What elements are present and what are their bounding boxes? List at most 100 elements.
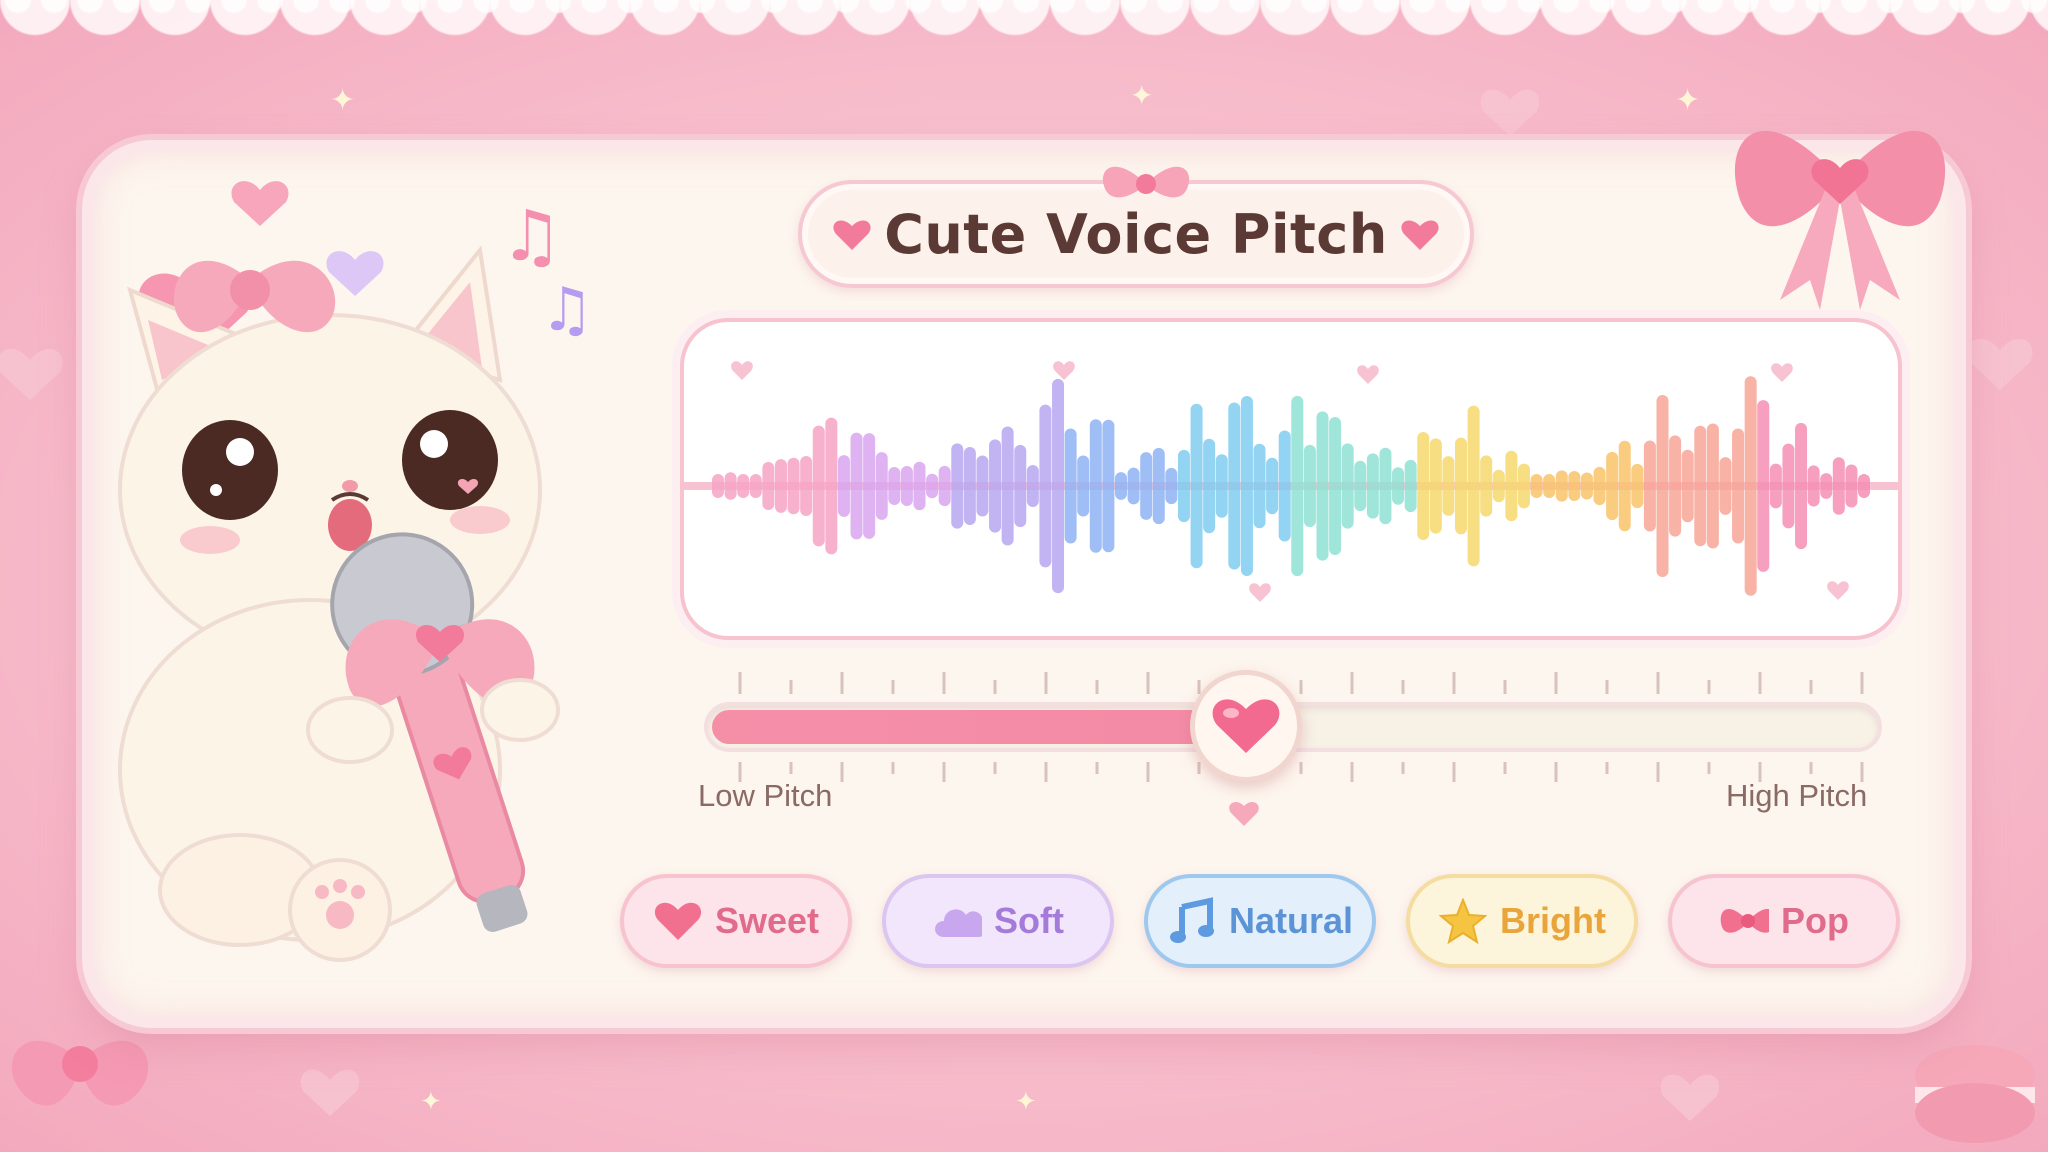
waveform-bar [1026, 464, 1039, 508]
waveform-bar [1329, 417, 1342, 555]
waveform-bar [1807, 465, 1820, 507]
waveform-bar [1694, 425, 1707, 547]
waveform-bar [1404, 459, 1417, 513]
pitch-slider-thumb[interactable] [1190, 670, 1302, 782]
waveform-bar [989, 439, 1002, 533]
waveform-bar [1253, 443, 1266, 529]
waveform-bar [1001, 426, 1014, 546]
waveform-bar [1820, 473, 1833, 499]
waveform-bar [1517, 463, 1530, 509]
waveform-bar [913, 461, 926, 511]
waveform-bar [976, 455, 989, 517]
waveform-display [680, 318, 1902, 640]
waveform-bar [863, 433, 876, 539]
preset-label: Pop [1781, 900, 1849, 941]
waveform-bar [1492, 469, 1505, 503]
waveform-bar [1114, 472, 1127, 500]
waveform-bar [1316, 411, 1329, 561]
waveform-bar [800, 456, 813, 516]
heart-icon [1967, 338, 2033, 390]
music-note-icon: ♫ [540, 275, 594, 345]
waveform-bar [1845, 464, 1858, 508]
waveform-bar [762, 461, 775, 511]
waveform-bar [1832, 457, 1845, 515]
preset-pop-button[interactable]: Pop [1668, 874, 1900, 968]
waveform-bar [1744, 376, 1757, 596]
heart-icon [0, 348, 63, 400]
app-scene: ✦ ✦ ✦ ✦ ✦ Cute Voice Pitch ♫ ♫ Low Pitch… [0, 0, 2048, 1152]
waveform-bar [1354, 460, 1367, 512]
heart-icon [653, 896, 703, 946]
waveform-bar [1530, 474, 1543, 498]
macaron-icon [1915, 1045, 2035, 1143]
waveform-bar [1102, 419, 1115, 553]
preset-buttons: Sweet Soft Natural Bright Pop [620, 874, 1904, 970]
waveform-bar [1039, 404, 1052, 568]
waveform-bar [1442, 456, 1455, 516]
waveform-bar [1266, 457, 1279, 515]
waveform-bar [837, 455, 850, 517]
waveform-bar [774, 459, 787, 513]
waveform-bar [1505, 450, 1518, 522]
preset-soft-button[interactable]: Soft [882, 874, 1114, 968]
waveform-bar [938, 465, 951, 507]
waveform-bar [1278, 430, 1291, 542]
waveform-bar [1480, 455, 1493, 517]
waveform-bar [1152, 447, 1165, 525]
preset-bright-button[interactable]: Bright [1406, 874, 1638, 968]
bow-icon [1719, 896, 1769, 946]
waveform-bar [1165, 467, 1178, 505]
kitten-singer-illustration: ♫ ♫ [118, 181, 594, 962]
low-pitch-label: Low Pitch [698, 778, 833, 813]
waveform-bar [825, 417, 838, 555]
heart-icon [1660, 1074, 1720, 1121]
heart-icon [731, 361, 753, 380]
waveform-bar [787, 457, 800, 515]
sparkle-icon: ✦ [1675, 83, 1700, 118]
waveform-bar [1052, 378, 1065, 594]
waveform-bar [1681, 449, 1694, 523]
star-icon [1438, 896, 1488, 946]
heart-icon [231, 181, 289, 226]
waveform-bar [1215, 454, 1228, 518]
preset-label: Bright [1500, 900, 1606, 941]
preset-natural-button[interactable]: Natural [1144, 874, 1376, 968]
preset-sweet-button[interactable]: Sweet [620, 874, 852, 968]
cloud-icon [932, 896, 982, 946]
waveform-bar [926, 473, 939, 499]
waveform-bar [1379, 447, 1392, 525]
waveform-bar [712, 474, 724, 498]
waveform-bar [1643, 440, 1656, 532]
waveform-bar [963, 447, 976, 525]
waveform-bar [749, 474, 762, 498]
preset-label: Soft [994, 900, 1064, 941]
waveform-bar [737, 474, 750, 498]
waveform-bar [1669, 435, 1682, 537]
heart-icon [1212, 699, 1280, 753]
waveform-bar [1618, 440, 1631, 532]
waveform-bar [1341, 443, 1354, 529]
waveform-bar [1127, 467, 1140, 505]
waveform-bar [1429, 438, 1442, 534]
heart-icon [1249, 583, 1271, 602]
waveform-bar [1077, 455, 1090, 517]
waveform-bar [1580, 472, 1593, 500]
waveform-bar [1455, 437, 1468, 535]
heart-icon [1401, 220, 1439, 250]
heart-icon [1480, 89, 1540, 136]
waveform-bar [1782, 443, 1795, 529]
waveform-bar [1417, 431, 1430, 541]
waveform-bar [900, 465, 913, 507]
waveform-bar [1706, 423, 1719, 549]
waveform-bar [1064, 428, 1077, 544]
waveform-bar [1392, 467, 1405, 505]
waveform-bar [1795, 422, 1808, 550]
waveform-bar [1303, 444, 1316, 528]
waveform-bar [1240, 396, 1253, 576]
waveform-bar [1593, 466, 1606, 506]
heart-icon [300, 1069, 360, 1116]
heart-icon [833, 220, 871, 250]
waveform-bar [1140, 452, 1153, 520]
music-note-icon: ♫ [500, 195, 563, 277]
waveform-bar [1719, 457, 1732, 515]
